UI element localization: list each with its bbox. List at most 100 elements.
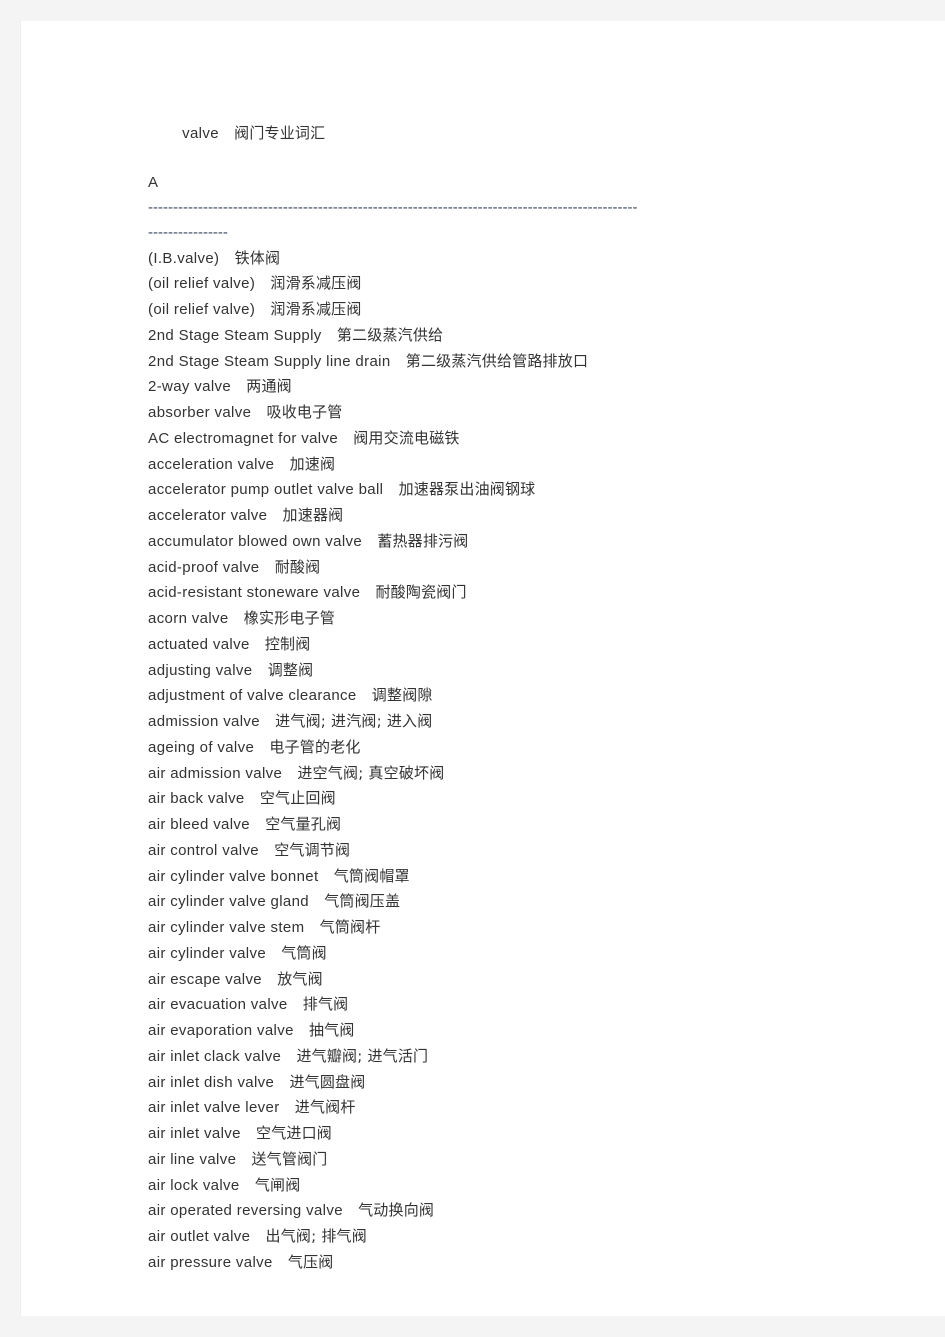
glossary-translation: 第二级蒸汽供给	[336, 325, 444, 344]
glossary-term: AC electromagnet for valve	[148, 429, 339, 447]
glossary-gap	[391, 352, 406, 370]
glossary-gap	[262, 970, 277, 988]
glossary-entry: air cylinder valve gland 气筒阀压盖	[148, 889, 888, 915]
glossary-translation: 进气瓣阀; 进气活门	[296, 1046, 429, 1065]
glossary-term: air lock valve	[148, 1176, 240, 1194]
glossary-entry: air line valve 送气管阀门	[148, 1147, 888, 1173]
glossary-translation: 气筒阀帽罩	[333, 866, 410, 885]
section-heading-a: A	[148, 174, 159, 192]
glossary-translation: 进气阀; 进汽阀; 进入阀	[275, 712, 433, 730]
glossary-gap	[273, 1253, 288, 1271]
glossary-entry: air escape valve 放气阀	[148, 967, 888, 993]
glossary-entry: air admission valve 进空气阀; 真空破坏阀	[148, 761, 888, 787]
glossary-gap	[282, 764, 297, 782]
glossary-translation: 耐酸陶瓷阀门	[375, 583, 467, 602]
glossary-gap	[245, 789, 260, 807]
glossary-translation: 调整阀隙	[371, 686, 433, 705]
glossary-entry: air back valve 空气止回阀	[148, 786, 888, 812]
glossary-gap	[281, 1047, 296, 1065]
glossary-translation: 排气阀	[302, 995, 349, 1014]
glossary-gap	[343, 1201, 358, 1219]
glossary-entry: admission valve 进气阀; 进汽阀; 进入阀	[148, 709, 888, 735]
glossary-gap	[240, 1176, 255, 1194]
glossary-gap	[241, 1124, 256, 1142]
glossary-gap	[250, 1227, 265, 1245]
glossary-term: (oil relief valve)	[148, 275, 256, 293]
glossary-translation: 电子管的老化	[269, 737, 361, 756]
glossary-entry-list: (I.B.valve) 铁体阀 (oil relief valve) 润滑系减压阀…	[148, 246, 888, 1276]
glossary-body: valve 阀门专业词汇 A -------------------------…	[148, 96, 888, 1276]
glossary-entry: acorn valve 橡实形电子管	[148, 606, 888, 632]
glossary-gap	[357, 686, 372, 704]
glossary-translation: 进气阀杆	[294, 1098, 356, 1117]
glossary-translation: 气闸阀	[254, 1175, 301, 1194]
glossary-term: acorn valve	[148, 610, 229, 627]
glossary-entry: accelerator valve 加速器阀	[148, 503, 888, 529]
glossary-gap	[259, 841, 274, 859]
glossary-translation: 出气阀; 排气阀	[265, 1227, 367, 1245]
glossary-term: air cylinder valve gland	[148, 893, 309, 911]
glossary-gap	[260, 712, 275, 730]
glossary-entry: air inlet valve lever 进气阀杆	[148, 1095, 888, 1121]
glossary-entry: absorber valve 吸收电子管	[148, 400, 888, 426]
glossary-entry: air operated reversing valve 气动换向阀	[148, 1198, 888, 1224]
glossary-entry: accelerator pump outlet valve ball 加速器泵出…	[148, 477, 888, 503]
separator-rule-short: ----------------	[148, 223, 228, 241]
glossary-gap	[255, 274, 270, 292]
document-title-line: valve 阀门专业词汇	[148, 96, 888, 171]
glossary-entry: actuated valve 控制阀	[148, 632, 888, 658]
glossary-term: (oil relief valve)	[148, 301, 256, 318]
glossary-gap	[254, 738, 269, 756]
separator-rule-long: ----------------------------------------…	[148, 199, 638, 216]
glossary-term: (I.B.valve)	[148, 249, 220, 267]
glossary-term: air line valve	[148, 1150, 237, 1168]
glossary-gap	[322, 326, 337, 344]
glossary-entry: (I.B.valve) 铁体阀	[148, 246, 888, 272]
glossary-translation: 气筒阀杆	[319, 918, 381, 936]
glossary-translation: 调整阀	[267, 660, 314, 679]
glossary-entry: air cylinder valve stem 气筒阀杆	[148, 915, 888, 941]
glossary-translation: 进气圆盘阀	[289, 1072, 366, 1091]
glossary-gap	[309, 892, 324, 910]
glossary-term: air bleed valve	[148, 816, 250, 833]
title-translation: 阀门专业词汇	[234, 123, 326, 142]
glossary-entry: air cylinder valve bonnet 气筒阀帽罩	[148, 864, 888, 890]
document-page: valve 阀门专业词汇 A -------------------------…	[20, 21, 945, 1316]
glossary-gap	[266, 944, 281, 962]
glossary-translation: 空气调节阀	[274, 840, 351, 859]
glossary-translation: 铁体阀	[234, 248, 281, 267]
glossary-term: actuated valve	[148, 635, 250, 653]
glossary-translation: 阀用交流电磁铁	[353, 428, 460, 447]
glossary-gap	[274, 1073, 289, 1091]
glossary-entry: 2-way valve 两通阀	[148, 374, 888, 400]
glossary-gap	[255, 300, 270, 318]
glossary-gap	[280, 1098, 295, 1116]
glossary-term: 2nd Stage Steam Supply line drain	[148, 352, 391, 370]
glossary-gap	[267, 506, 282, 524]
glossary-translation: 气压阀	[287, 1252, 334, 1271]
glossary-gap	[252, 661, 267, 679]
glossary-gap	[304, 918, 319, 936]
glossary-entry: (oil relief valve) 润滑系减压阀	[148, 271, 888, 297]
glossary-translation: 进空气阀; 真空破坏阀	[297, 763, 445, 782]
glossary-term: acid-proof valve	[148, 558, 260, 576]
glossary-entry: air inlet dish valve 进气圆盘阀	[148, 1070, 888, 1096]
title-term: valve	[182, 124, 219, 142]
glossary-term: air control valve	[148, 841, 259, 859]
glossary-translation: 气动换向阀	[358, 1201, 435, 1220]
glossary-translation: 加速阀	[289, 454, 336, 473]
glossary-term: adjustment of valve clearance	[148, 687, 357, 705]
glossary-entry: acceleration valve 加速阀	[148, 452, 888, 478]
glossary-gap	[319, 867, 334, 885]
glossary-term: air inlet valve	[148, 1125, 241, 1142]
glossary-entry: ageing of valve 电子管的老化	[148, 735, 888, 761]
glossary-term: air inlet clack valve	[148, 1047, 282, 1065]
glossary-term: air cylinder valve	[148, 944, 267, 962]
glossary-term: admission valve	[148, 713, 260, 730]
glossary-gap	[236, 1150, 251, 1168]
glossary-gap	[338, 429, 353, 447]
glossary-gap	[362, 532, 377, 550]
glossary-entry: air bleed valve 空气量孔阀	[148, 812, 888, 838]
glossary-entry: accumulator blowed own valve 蓄热器排污阀	[148, 529, 888, 555]
glossary-term: air pressure valve	[148, 1253, 273, 1271]
